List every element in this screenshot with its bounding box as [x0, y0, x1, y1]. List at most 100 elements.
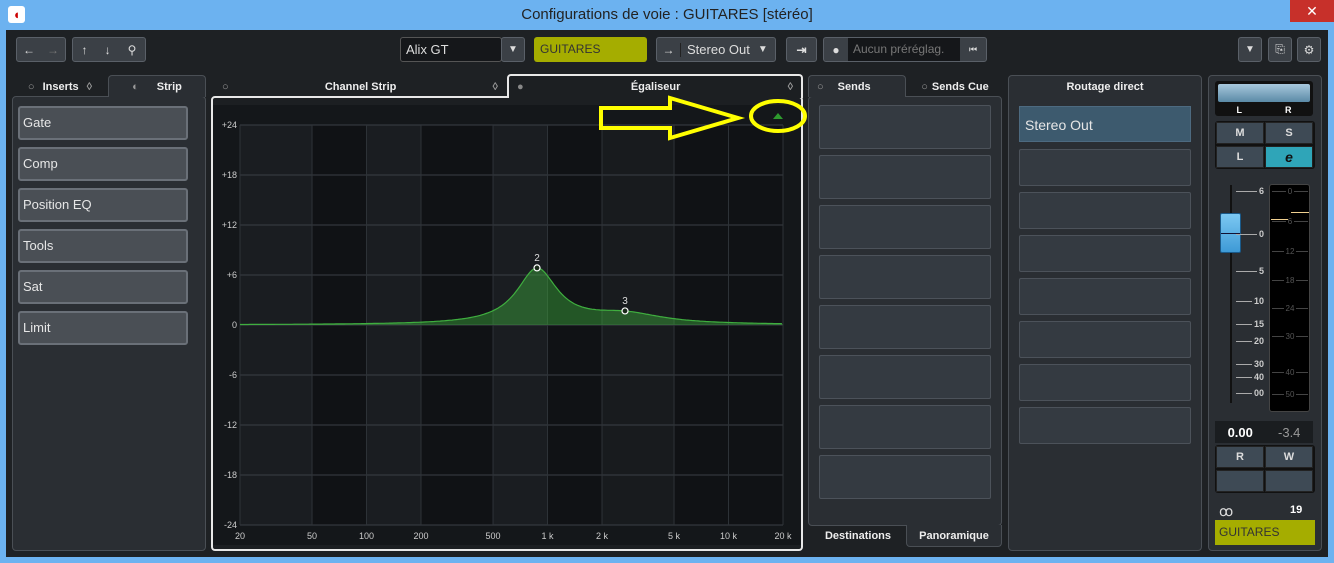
fader-scale-mark: 30 — [1236, 359, 1264, 369]
preset-dropdown-button[interactable]: ▼ — [501, 37, 525, 62]
preset-name-field[interactable]: Alix GT — [400, 37, 502, 62]
send-slot[interactable] — [819, 405, 991, 449]
back-arrow-icon[interactable]: ← — [23, 43, 35, 57]
pan-bar[interactable] — [1218, 84, 1310, 102]
strip-module-limit[interactable]: Limit — [18, 311, 188, 345]
routing-slot[interactable] — [1019, 321, 1191, 358]
db-tick-label: 0 — [232, 320, 237, 330]
tab-sends[interactable]: ○ Sends — [808, 75, 906, 97]
routing-title: Routage direct — [1066, 81, 1144, 93]
route-button[interactable]: ⇥ — [786, 37, 817, 62]
level-meter: 0 6 12 18 24 30 40 50 — [1269, 184, 1310, 412]
annotation-arrow — [599, 95, 807, 141]
output-arrow-icon: → — [657, 42, 681, 57]
empty-button[interactable] — [1216, 469, 1264, 492]
rewind-icon[interactable]: ⏮ — [960, 44, 986, 55]
meter-scale-mark: 18 — [1272, 276, 1308, 285]
db-tick-label: +18 — [222, 170, 237, 180]
settings-button[interactable]: ⚙ — [1297, 37, 1321, 62]
routing-slot[interactable] — [1019, 192, 1191, 229]
channel-buttons: M S L e — [1215, 121, 1315, 169]
channel-name-label[interactable]: GUITARES — [1215, 520, 1315, 545]
empty-button[interactable] — [1265, 469, 1313, 492]
routing-slot[interactable] — [1019, 407, 1191, 444]
pan-control[interactable]: LR — [1215, 81, 1313, 116]
fader-scale-mark: 5 — [1236, 266, 1264, 276]
send-slot[interactable] — [819, 155, 991, 199]
tab-panoramique[interactable]: Panoramique — [906, 525, 1002, 547]
diamond-icon: ◊ — [787, 81, 793, 93]
db-tick-label: +12 — [222, 220, 237, 230]
tab-label: Inserts — [42, 81, 79, 93]
eq-graph[interactable]: +24 +18 +12 +6 0 -6 -12 -18 -2420 50 100 200 500 1 k 2… — [213, 105, 801, 545]
strip-module-tools[interactable]: Tools — [18, 229, 188, 263]
routing-slot[interactable] — [1019, 235, 1191, 272]
preset-browser[interactable]: ● Aucun préréglag. ⏮ — [823, 37, 987, 62]
volume-value[interactable]: 0.00 — [1228, 425, 1253, 440]
fader-scale-mark: 40 — [1236, 372, 1264, 382]
down-arrow-icon[interactable]: ↓ — [105, 43, 111, 57]
freq-tick-label: 1 k — [542, 531, 555, 541]
meter-scale-mark: 12 — [1272, 247, 1308, 256]
search-icon[interactable]: ⚲ — [128, 43, 137, 57]
radio-icon: ○ — [921, 81, 928, 93]
strip-module-gate[interactable]: Gate — [18, 106, 188, 140]
up-arrow-icon[interactable]: ↑ — [82, 43, 88, 57]
route-icon: ⇥ — [796, 42, 807, 57]
close-button[interactable]: ✕ — [1290, 0, 1334, 22]
diamond-icon: ◊ — [492, 81, 498, 93]
routing-slot-stereo-out[interactable]: Stereo Out — [1019, 106, 1191, 142]
history-nav: ← → — [16, 37, 66, 62]
tab-channel-strip[interactable]: ○ Channel Strip ◊ — [214, 77, 506, 97]
freq-tick-label: 200 — [413, 531, 428, 541]
strip-module-sat[interactable]: Sat — [18, 270, 188, 304]
forward-arrow-icon[interactable]: → — [47, 43, 59, 57]
routing-slot[interactable] — [1019, 149, 1191, 186]
tab-sends-cue[interactable]: ○ Sends Cue — [908, 77, 1002, 97]
send-slot[interactable] — [819, 355, 991, 399]
menu-dropdown-button[interactable]: ▼ — [1238, 37, 1262, 62]
strip-module-comp[interactable]: Comp — [18, 147, 188, 181]
freq-tick-label: 20 — [235, 531, 245, 541]
window-title: Configurations de voie : GUITARES [stéré… — [521, 6, 813, 23]
output-label: Stereo Out — [687, 42, 750, 57]
channel-name-field[interactable]: GUITARES — [534, 37, 647, 62]
freq-tick-label: 10 k — [720, 531, 738, 541]
chevron-down-icon: ▼ — [757, 44, 768, 55]
tab-label: Égaliseur — [630, 81, 681, 93]
meter-scale-mark: 24 — [1272, 304, 1308, 313]
send-slot[interactable] — [819, 105, 991, 149]
send-slot[interactable] — [819, 255, 991, 299]
write-button[interactable]: W — [1265, 446, 1313, 468]
automation-buttons: R W — [1215, 445, 1315, 493]
fader-scale-mark: 10 — [1236, 296, 1264, 306]
send-slot[interactable] — [819, 305, 991, 349]
tab-destinations[interactable]: Destinations — [812, 526, 904, 546]
fader-scale-mark: 20 — [1236, 336, 1264, 346]
gear-icon: ⚙ — [1303, 42, 1315, 57]
mute-button[interactable]: M — [1216, 122, 1264, 144]
eq-band-3-handle[interactable] — [621, 307, 629, 315]
routing-slot[interactable] — [1019, 278, 1191, 315]
preset-search-input[interactable]: Aucun préréglag. — [848, 38, 960, 61]
diamond-icon: ◊ — [86, 81, 93, 93]
meter-scale-mark: 30 — [1272, 332, 1308, 341]
listen-button[interactable]: L — [1216, 145, 1264, 168]
tab-strip[interactable]: ◐ Strip — [108, 75, 206, 97]
send-slot[interactable] — [819, 455, 991, 499]
edit-channel-button[interactable]: e — [1265, 145, 1313, 168]
strip-module-position-eq[interactable]: Position EQ — [18, 188, 188, 222]
output-routing-select[interactable]: → Stereo Out ▼ — [656, 37, 776, 62]
freq-tick-label: 20 k — [774, 531, 792, 541]
eq-band-2-handle[interactable] — [533, 264, 541, 272]
send-slot[interactable] — [819, 205, 991, 249]
window-settings-button[interactable]: ⎘ — [1268, 37, 1292, 62]
tab-inserts[interactable]: ○ Inserts ◊ — [14, 77, 106, 97]
db-tick-label: -18 — [224, 470, 237, 480]
peak-hold-right — [1291, 212, 1309, 213]
preset-icon: ● — [832, 42, 840, 57]
routing-slot[interactable] — [1019, 364, 1191, 401]
solo-button[interactable]: S — [1265, 122, 1313, 144]
read-button[interactable]: R — [1216, 446, 1264, 468]
meter-scale-mark: 0 — [1272, 187, 1309, 196]
